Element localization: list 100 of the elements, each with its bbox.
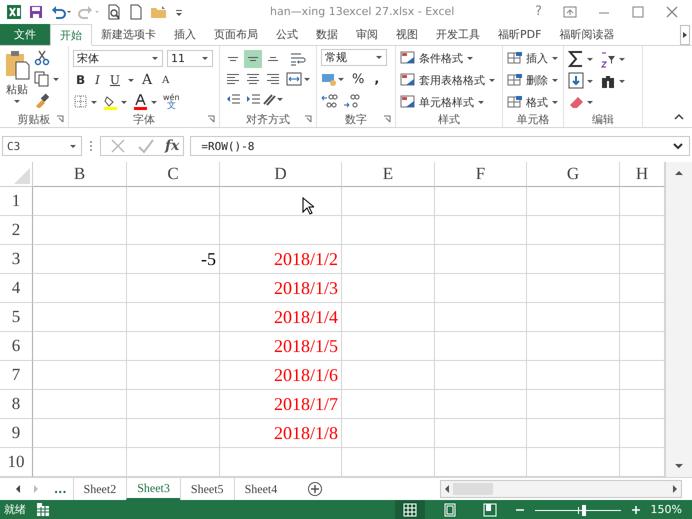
column-header[interactable]: B [33, 162, 127, 187]
expand-icon[interactable] [673, 142, 683, 150]
middle-align-button[interactable] [244, 50, 262, 68]
empty-cell[interactable] [527, 274, 620, 303]
empty-cell[interactable] [33, 332, 127, 361]
style-menu-button[interactable]: 单元格样式 [400, 93, 498, 112]
empty-cell[interactable] [527, 361, 620, 390]
empty-cell[interactable] [527, 245, 620, 274]
normal-view-button[interactable] [394, 500, 425, 519]
ribbon-tab[interactable]: 视图 [387, 24, 427, 46]
zoom-in-icon[interactable] [630, 504, 641, 514]
decrease-decimal-icon[interactable] [343, 93, 361, 110]
dialog-launcher-icon[interactable] [304, 115, 312, 124]
empty-cell[interactable] [342, 303, 435, 332]
comma-button[interactable]: , [371, 72, 382, 87]
column-header[interactable]: C [127, 162, 220, 187]
ribbon-tab[interactable]: 开始 [50, 24, 92, 46]
undo-icon[interactable] [50, 4, 72, 20]
empty-cell[interactable] [220, 216, 342, 245]
empty-cell[interactable] [435, 245, 527, 274]
row-header[interactable]: 6 [0, 332, 33, 361]
empty-cell[interactable] [435, 274, 527, 303]
phonetic-guide-button[interactable]: wén 文 [163, 94, 180, 111]
fill-color-icon[interactable] [103, 94, 129, 110]
underline-button[interactable]: U [106, 73, 124, 88]
empty-cell[interactable] [435, 303, 527, 332]
file-tab[interactable]: 文件 [0, 24, 50, 46]
add-sheet-icon[interactable] [307, 481, 324, 497]
row-header[interactable]: 2 [0, 216, 33, 245]
cells-menu-button[interactable]: 删除 [507, 71, 559, 90]
empty-cell[interactable] [435, 361, 527, 390]
empty-cell[interactable] [435, 390, 527, 419]
vertical-scrollbar[interactable] [665, 162, 692, 477]
empty-cell[interactable] [33, 245, 127, 274]
empty-cell[interactable] [33, 303, 127, 332]
empty-cell[interactable] [33, 448, 127, 477]
number-format-field[interactable]: 常规 [321, 49, 387, 66]
zoom-level-button[interactable]: 150% [650, 503, 688, 516]
cancel-icon[interactable] [109, 138, 127, 154]
empty-cell[interactable] [342, 332, 435, 361]
ribbon-tab[interactable]: 福昕PDF [489, 24, 550, 46]
currency-icon[interactable] [321, 71, 345, 88]
empty-cell[interactable] [127, 419, 220, 448]
empty-cell[interactable] [127, 303, 220, 332]
table-cell[interactable]: 2018/1/8 [220, 419, 342, 448]
empty-cell[interactable] [527, 187, 620, 216]
empty-cell[interactable] [527, 390, 620, 419]
table-cell[interactable]: -5 [127, 245, 220, 274]
table-cell[interactable]: 2018/1/2 [220, 245, 342, 274]
dialog-launcher-icon[interactable] [207, 115, 215, 124]
font-name-field[interactable]: 宋体 [73, 50, 163, 67]
formula-field[interactable]: =ROW()-8 [190, 136, 690, 156]
empty-cell[interactable] [527, 332, 620, 361]
empty-cell[interactable] [342, 419, 435, 448]
empty-cell[interactable] [33, 419, 127, 448]
more-sheets-button[interactable]: ... [48, 482, 73, 496]
empty-cell[interactable] [435, 448, 527, 477]
empty-cell[interactable] [33, 390, 127, 419]
empty-cell[interactable] [33, 187, 127, 216]
empty-cell[interactable] [33, 361, 127, 390]
table-cell[interactable]: 2018/1/6 [220, 361, 342, 390]
cells-menu-button[interactable]: 插入 [507, 49, 559, 68]
sheet-tab[interactable]: Sheet3 [126, 478, 180, 500]
table-cell[interactable]: 2018/1/5 [220, 332, 342, 361]
copy-icon[interactable] [34, 71, 60, 88]
save-icon[interactable] [28, 4, 44, 20]
empty-cell[interactable] [127, 448, 220, 477]
empty-cell[interactable] [435, 419, 527, 448]
empty-cell[interactable] [527, 448, 620, 477]
empty-cell[interactable] [220, 448, 342, 477]
increase-decimal-icon[interactable] [321, 93, 339, 110]
borders-icon[interactable] [73, 94, 99, 110]
dropdown-arrow-icon[interactable] [127, 78, 136, 83]
empty-cell[interactable] [342, 390, 435, 419]
percent-button[interactable]: % [349, 72, 368, 87]
macro-record-icon[interactable] [36, 502, 50, 516]
new-document-icon[interactable] [128, 4, 144, 20]
zoom-slider[interactable] [534, 504, 621, 516]
empty-cell[interactable] [435, 216, 527, 245]
name-box[interactable]: C3 [2, 136, 82, 156]
italic-button[interactable]: I [92, 73, 103, 88]
empty-cell[interactable] [127, 274, 220, 303]
ribbon-tab[interactable]: 开发工具 [427, 24, 489, 46]
empty-cell[interactable] [127, 187, 220, 216]
empty-cell[interactable] [342, 187, 435, 216]
row-header[interactable]: 10 [0, 448, 33, 477]
row-header[interactable]: 3 [0, 245, 33, 274]
ribbon-tab[interactable]: 新建选项卡 [92, 24, 165, 46]
column-header[interactable]: F [435, 162, 527, 187]
format-painter-icon[interactable] [34, 92, 50, 108]
enter-icon[interactable] [137, 138, 155, 154]
bold-button[interactable]: B [73, 73, 88, 88]
column-header[interactable]: E [342, 162, 435, 187]
empty-cell[interactable] [342, 274, 435, 303]
decrease-font-button[interactable]: A [159, 74, 172, 86]
folder-icon[interactable] [150, 4, 168, 20]
empty-cell[interactable] [33, 274, 127, 303]
insert-function-button[interactable]: fx [165, 138, 180, 154]
help-button[interactable]: ? [527, 4, 550, 20]
horizontal-scrollbar[interactable] [440, 480, 682, 498]
